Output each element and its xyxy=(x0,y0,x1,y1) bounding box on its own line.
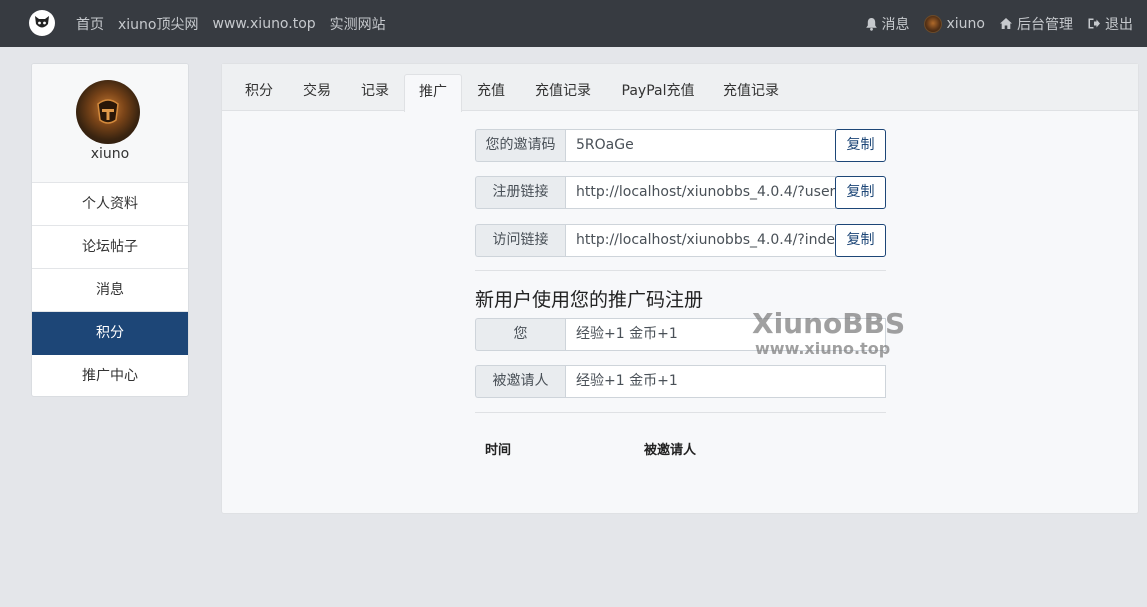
invite-code-label: 您的邀请码 xyxy=(475,129,565,162)
user-sidebar: xiuno 个人资料 论坛帖子 消息 积分 推广中心 xyxy=(31,63,189,397)
user-nav: 消息 xiuno 后台管理 退出 xyxy=(851,0,1133,47)
logout-label: 退出 xyxy=(1105,16,1133,33)
tab-records[interactable]: 记录 xyxy=(352,74,398,111)
register-link-label: 注册链接 xyxy=(475,176,565,209)
user-avatar-small xyxy=(923,14,942,33)
visit-link-label: 访问链接 xyxy=(475,224,565,257)
divider xyxy=(475,270,886,271)
reward-title: 新用户使用您的推广码注册 xyxy=(475,289,704,311)
avatar[interactable] xyxy=(76,80,140,144)
register-link-field[interactable]: http://localhost/xiunobbs_4.0.4/?user-cr… xyxy=(565,176,836,209)
watermark: XiunoBBS www.xiuno.top xyxy=(752,309,905,359)
admin-link[interactable]: 后台管理 xyxy=(999,14,1073,34)
table-header-time: 时间 xyxy=(485,443,512,458)
reward-invitee-row: 被邀请人 经验+1 金币+1 xyxy=(475,365,886,398)
logout-link[interactable]: 退出 xyxy=(1087,14,1133,34)
invite-code-field[interactable]: 5ROaGe xyxy=(565,129,836,162)
profile-card: xiuno xyxy=(32,64,188,183)
user-menu[interactable]: xiuno xyxy=(923,14,986,33)
tab-recharge-records[interactable]: 充值记录 xyxy=(526,74,600,111)
divider xyxy=(475,412,886,413)
sidebar-item-posts[interactable]: 论坛帖子 xyxy=(32,226,188,269)
site-logo-icon[interactable] xyxy=(29,10,55,36)
visit-link-row: 访问链接 http://localhost/xiunobbs_4.0.4/?in… xyxy=(475,224,886,257)
reward-invitee-label: 被邀请人 xyxy=(475,365,565,398)
sidebar-item-profile[interactable]: 个人资料 xyxy=(32,183,188,226)
tab-promotion[interactable]: 推广 xyxy=(404,74,462,112)
sign-out-icon xyxy=(1088,18,1100,29)
nav-link-test-site[interactable]: 实测网站 xyxy=(330,14,386,34)
bell-icon xyxy=(865,17,877,31)
main-card: 积分 交易 记录 推广 充值 充值记录 PayPal充值 充值记录 您的邀请码 … xyxy=(221,63,1139,514)
username-label: xiuno xyxy=(946,15,986,32)
messages-link[interactable]: 消息 xyxy=(865,14,910,34)
table-header-invitee: 被邀请人 xyxy=(644,443,697,458)
copy-invite-code-button[interactable]: 复制 xyxy=(835,129,886,162)
main-nav: 首页 xiuno顶尖网 www.xiuno.top 实测网站 xyxy=(76,0,400,47)
nav-link-xiuno-top[interactable]: xiuno顶尖网 xyxy=(118,14,199,34)
tab-recharge-records-2[interactable]: 充值记录 xyxy=(714,74,788,111)
register-link-row: 注册链接 http://localhost/xiunobbs_4.0.4/?us… xyxy=(475,176,886,209)
admin-label: 后台管理 xyxy=(1017,16,1073,33)
sidebar-item-messages[interactable]: 消息 xyxy=(32,269,188,312)
invite-code-row: 您的邀请码 5ROaGe 复制 xyxy=(475,129,886,162)
watermark-title: XiunoBBS xyxy=(752,307,906,340)
tab-paypal-recharge[interactable]: PayPal充值 xyxy=(612,74,704,111)
sidebar-item-promotion[interactable]: 推广中心 xyxy=(32,355,188,396)
visit-link-field[interactable]: http://localhost/xiunobbs_4.0.4/?index.h… xyxy=(565,224,836,257)
sidebar-item-credits[interactable]: 积分 xyxy=(32,312,188,355)
reward-invitee-field[interactable]: 经验+1 金币+1 xyxy=(565,365,886,398)
watermark-url: www.xiuno.top xyxy=(755,339,891,358)
reward-you-label: 您 xyxy=(475,318,565,351)
tab-bar: 积分 交易 记录 推广 充值 充值记录 PayPal充值 充值记录 xyxy=(222,64,1138,112)
nav-link-www[interactable]: www.xiuno.top xyxy=(213,16,316,32)
nav-link-home[interactable]: 首页 xyxy=(76,14,104,34)
top-navbar: 首页 xiuno顶尖网 www.xiuno.top 实测网站 消息 xiuno … xyxy=(0,0,1147,47)
copy-register-link-button[interactable]: 复制 xyxy=(835,176,886,209)
profile-username: xiuno xyxy=(90,146,130,162)
tab-recharge[interactable]: 充值 xyxy=(468,74,514,111)
messages-label: 消息 xyxy=(881,16,910,33)
home-icon xyxy=(1000,18,1012,29)
copy-visit-link-button[interactable]: 复制 xyxy=(835,224,886,257)
tab-credits[interactable]: 积分 xyxy=(236,74,282,111)
tab-trade[interactable]: 交易 xyxy=(294,74,340,111)
